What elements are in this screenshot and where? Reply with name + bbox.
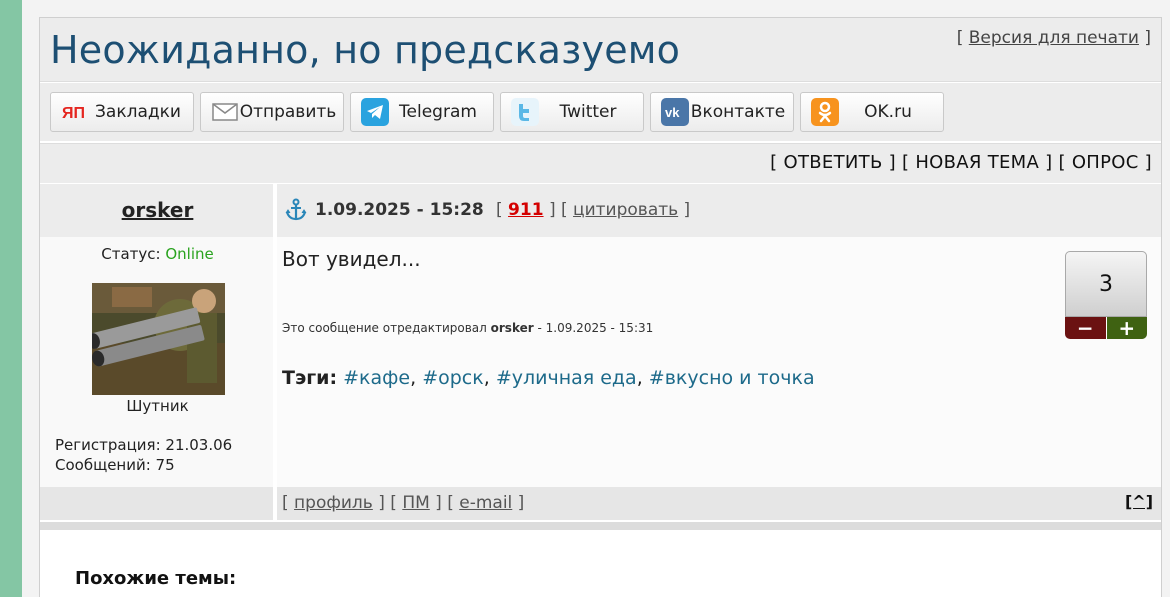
edited-note: Это сообщение отредактировал orsker - 1.… — [282, 321, 653, 335]
scroll-top-link[interactable]: [^] — [1125, 492, 1153, 511]
share-ok-label: OK.ru — [864, 102, 912, 122]
share-telegram-button[interactable]: Telegram — [350, 92, 494, 132]
share-twitter-button[interactable]: Twitter — [500, 92, 644, 132]
topic-panel: Неожиданно, но предсказуемо [ Версия для… — [39, 17, 1162, 597]
profile-link[interactable]: профиль — [294, 493, 373, 513]
edited-by: orsker — [490, 321, 534, 335]
telegram-icon — [361, 98, 389, 126]
poll-button[interactable]: ОПРОС — [1072, 152, 1139, 173]
vk-icon: vk — [661, 98, 689, 126]
action-links: [ ОТВЕТИТЬ ] [ НОВАЯ ТЕМА ] [ ОПРОС ] — [770, 152, 1152, 173]
user-stats: Регистрация: 21.03.06 Сообщений: 75 — [55, 435, 232, 475]
tags-label: Тэги: — [282, 367, 338, 389]
registration-date: Регистрация: 21.03.06 — [55, 436, 233, 454]
post-header: 1.09.2025 - 15:28 [ 911 ] [ цитировать ] — [277, 184, 1161, 237]
post-text: Вот увидел... — [282, 247, 421, 271]
share-email-button[interactable]: Отправить — [200, 92, 344, 132]
tag-link[interactable]: #вкусно и точка — [649, 367, 815, 389]
share-ok-button[interactable]: OK.ru — [800, 92, 944, 132]
new-topic-button[interactable]: НОВАЯ ТЕМА — [915, 152, 1039, 173]
svg-text:vk: vk — [665, 105, 680, 119]
yandex-bookmarks-icon: ЯП — [61, 98, 89, 126]
share-vk-label: Вконтакте — [690, 102, 786, 122]
tag-link[interactable]: #кафе — [343, 367, 410, 389]
topic-header: Неожиданно, но предсказуемо [ Версия для… — [40, 18, 1161, 82]
pm-link[interactable]: ПМ — [402, 493, 429, 513]
print-version-link[interactable]: Версия для печати — [969, 28, 1139, 48]
tag-link[interactable]: #орск — [422, 367, 484, 389]
user-rank: Шутник — [126, 397, 189, 415]
envelope-icon — [211, 98, 239, 126]
twitter-icon — [511, 98, 539, 126]
rating-minus-button[interactable]: − — [1065, 316, 1106, 340]
svg-text:ЯП: ЯП — [62, 105, 85, 121]
page-title: Неожиданно, но предсказуемо — [50, 28, 681, 72]
post-footer: [ профиль ] [ ПМ ] [ e-mail ] [^] — [277, 487, 1161, 520]
share-bookmarks-label: Закладки — [95, 102, 181, 122]
share-vk-button[interactable]: vk Вконтакте — [650, 92, 794, 132]
post-number-link[interactable]: 911 — [508, 200, 544, 220]
post-footer-left — [40, 487, 275, 520]
post-author: orsker — [40, 198, 275, 223]
status-value: Online — [165, 245, 214, 263]
rating-controls: − + — [1065, 316, 1147, 340]
tag-link[interactable]: #уличная еда — [496, 367, 637, 389]
avatar — [92, 283, 225, 395]
post-rating: 3 − + — [1065, 251, 1147, 340]
user-info: Статус: Online Шутник Регистрация: 21.03… — [40, 237, 275, 487]
topic-actions: [ ОТВЕТИТЬ ] [ НОВАЯ ТЕМА ] [ ОПРОС ] — [40, 143, 1161, 183]
share-email-label: Отправить — [239, 102, 337, 122]
email-link[interactable]: e-mail — [459, 493, 512, 513]
status-label: Статус: — [101, 245, 161, 263]
rating-plus-button[interactable]: + — [1105, 316, 1147, 340]
author-link[interactable]: orsker — [122, 198, 194, 222]
post-date: 1.09.2025 - 15:28 — [315, 200, 484, 220]
post-author-header: orsker — [40, 184, 275, 237]
left-accent-bar — [0, 0, 22, 597]
anchor-icon[interactable] — [285, 198, 307, 222]
share-bar: ЯП Закладки Отправить Telegram Twitter v… — [40, 83, 1161, 141]
post-body: Вот увидел... Это сообщение отредактиров… — [277, 237, 1161, 487]
odnoklassniki-icon — [811, 98, 839, 126]
message-count: Сообщений: 75 — [55, 456, 175, 474]
quote-link[interactable]: цитировать — [573, 200, 678, 220]
similar-topics-title: Похожие темы: — [75, 568, 237, 589]
post-tags: Тэги: #кафе, #орск, #уличная еда, #вкусн… — [282, 367, 815, 389]
section-divider — [40, 522, 1161, 530]
user-status: Статус: Online — [40, 245, 275, 263]
post-meta: [ 911 ] [ цитировать ] — [496, 200, 691, 220]
reply-button[interactable]: ОТВЕТИТЬ — [784, 152, 883, 173]
author-links: [ профиль ] [ ПМ ] [ e-mail ] — [282, 493, 525, 513]
edited-suffix: - 1.09.2025 - 15:31 — [537, 321, 654, 335]
share-bookmarks-button[interactable]: ЯП Закладки — [50, 92, 194, 132]
rating-value: 3 — [1065, 251, 1147, 317]
print-version: [ Версия для печати ] — [956, 28, 1151, 48]
share-twitter-label: Twitter — [559, 102, 617, 122]
edited-prefix: Это сообщение отредактировал — [282, 321, 487, 335]
share-telegram-label: Telegram — [399, 102, 477, 122]
